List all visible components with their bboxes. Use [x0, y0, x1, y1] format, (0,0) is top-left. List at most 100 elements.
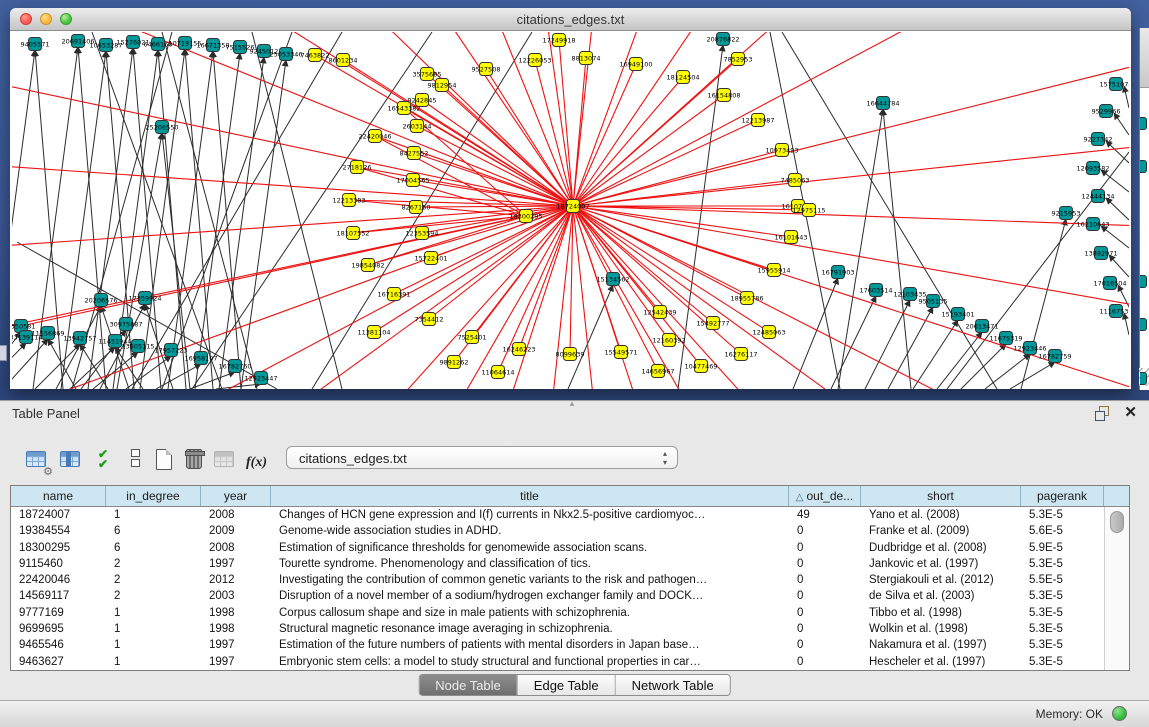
graph-node[interactable] — [1140, 117, 1147, 130]
table-row[interactable]: 1872400712008Changes of HCN gene express… — [11, 507, 1104, 523]
graph-node[interactable]: 12213383 — [332, 194, 365, 207]
graph-node[interactable]: 12485063 — [752, 326, 785, 339]
table-row[interactable]: 2242004622012Investigating the contribut… — [11, 572, 1104, 588]
graph-node[interactable]: 12213987 — [741, 114, 774, 127]
select-all-columns-icon[interactable]: ✔✔ — [92, 447, 118, 475]
graph-node[interactable]: 16154808 — [707, 89, 740, 102]
graph-node[interactable]: 7485063 — [781, 174, 810, 187]
memory-status-label[interactable]: Memory: OK — [1036, 707, 1103, 721]
graph-node[interactable]: 19854082 — [351, 259, 384, 272]
table-row[interactable]: 1830029562008Estimation of significance … — [11, 540, 1104, 556]
column-header-name[interactable]: name — [11, 486, 106, 506]
table-selector-dropdown[interactable]: citations_edges.txt ▴▾ — [286, 446, 678, 469]
graph-node[interactable]: 9527508 — [472, 63, 501, 76]
column-header-year[interactable]: year — [201, 486, 271, 506]
graph-node[interactable]: 7852953 — [724, 53, 753, 66]
graph-node[interactable]: 7525401 — [458, 331, 487, 344]
graph-node[interactable]: 17004565 — [396, 174, 429, 187]
graph-node[interactable]: 7463822 — [301, 49, 330, 62]
graph-node[interactable]: 20876822 — [706, 33, 739, 46]
graph-node[interactable]: 15492777 — [696, 317, 729, 330]
graph-node[interactable]: 17957223 — [154, 344, 187, 357]
graph-node[interactable]: 8601234 — [329, 54, 358, 67]
graph-node[interactable]: 13892971 — [1084, 247, 1117, 260]
column-header-title[interactable]: title — [271, 486, 789, 506]
column-header-short[interactable]: short — [861, 486, 1021, 506]
graph-node[interactable] — [1140, 372, 1147, 385]
float-panel-icon[interactable] — [1095, 406, 1109, 420]
graph-node[interactable]: 9891262 — [440, 356, 469, 369]
table-mode-icon[interactable]: ⚙ — [24, 447, 50, 475]
graph-node[interactable]: 13505115 — [121, 340, 154, 353]
graph-node[interactable]: 12226053 — [518, 54, 551, 67]
column-header-pagerank[interactable]: pagerank — [1021, 486, 1104, 506]
graph-node[interactable]: 14656967 — [641, 365, 674, 378]
tab-node-table[interactable]: Node Table — [419, 675, 518, 695]
table-row[interactable]: 1938455462009Genome-wide association stu… — [11, 523, 1104, 539]
graph-node[interactable]: 20613471 — [965, 320, 998, 333]
graph-node[interactable]: 8427552 — [400, 147, 429, 160]
table-row[interactable]: 911546021997Tourette syndrome. Phenomeno… — [11, 556, 1104, 572]
divider-handle[interactable] — [0, 345, 7, 361]
graph-node[interactable]: 16101643 — [774, 231, 807, 244]
background-window-sliver[interactable] — [1139, 28, 1149, 390]
graph-node[interactable]: 16791903 — [821, 266, 854, 279]
graph-node[interactable]: 18300295 — [509, 210, 542, 223]
graph-node[interactable]: 18107552 — [336, 227, 369, 240]
graph-node[interactable]: 15193401 — [941, 308, 974, 321]
graph-node[interactable]: 12160392 — [652, 334, 685, 347]
graph-node[interactable]: 16949100 — [619, 58, 652, 71]
graph-node[interactable]: 2718126 — [343, 161, 372, 174]
graph-node[interactable]: 11064614 — [481, 366, 514, 379]
memory-status-indicator[interactable] — [1112, 706, 1127, 721]
column-header-out_de[interactable]: △out_de... — [789, 486, 861, 506]
graph-node[interactable]: 16276117 — [724, 348, 757, 361]
window-titlebar[interactable]: citations_edges.txt — [10, 8, 1131, 31]
graph-node[interactable]: 15549571 — [604, 346, 637, 359]
graph-node[interactable]: 11381104 — [357, 326, 390, 339]
graph-node[interactable]: 16716391 — [377, 288, 410, 301]
graph-node[interactable]: 17249918 — [542, 34, 575, 47]
table-row[interactable]: 946362711997Embryonic stem cells: a mode… — [11, 654, 1104, 670]
graph-node[interactable]: 30975887 — [109, 318, 142, 331]
table-row[interactable]: 969969511998Structural magnetic resonanc… — [11, 621, 1104, 637]
graph-node[interactable]: 16644784 — [866, 97, 899, 110]
tab-edge-table[interactable]: Edge Table — [518, 675, 616, 695]
graph-node[interactable] — [1140, 318, 1147, 331]
delete-column-icon[interactable] — [182, 447, 208, 475]
graph-node[interactable]: 25053346 — [269, 48, 302, 61]
graph-node[interactable]: 7354412 — [415, 313, 444, 326]
clear-column-selection-icon[interactable] — [122, 447, 148, 475]
graph-node[interactable]: 16782760 — [218, 360, 251, 373]
graph-node[interactable]: 16246223 — [502, 343, 535, 356]
graph-node[interactable]: 9215953 — [1052, 207, 1081, 220]
splitter-collapse-icon[interactable]: ▴ — [565, 400, 579, 407]
network-canvas[interactable]: 9405571206914061065328715276021646616010… — [12, 32, 1129, 389]
vertical-scrollbar[interactable] — [1104, 507, 1129, 670]
graph-node[interactable]: 18124504 — [666, 71, 699, 84]
graph-node[interactable]: 12923447 — [244, 372, 277, 385]
tab-network-table[interactable]: Network Table — [616, 675, 730, 695]
graph-node[interactable]: 8267150 — [402, 201, 431, 214]
graph-node[interactable]: 20206576 — [84, 294, 117, 307]
graph-node[interactable]: 13942757 — [63, 332, 96, 345]
table-row[interactable]: 946554611997Estimation of the future num… — [11, 637, 1104, 653]
show-columns-icon[interactable] — [58, 447, 84, 475]
function-builder-icon[interactable]: f(x) — [246, 447, 272, 475]
table-row[interactable]: 1456911722003Disruption of a novel membe… — [11, 588, 1104, 604]
graph-node[interactable]: 12353594 — [405, 227, 438, 240]
graph-node[interactable]: 15722401 — [414, 252, 447, 265]
column-header-in_degree[interactable]: in_degree — [106, 486, 201, 506]
graph-node[interactable]: 12542439 — [643, 306, 676, 319]
table-row[interactable]: 977716911998Corpus callosum shape and si… — [11, 605, 1104, 621]
graph-node[interactable]: 8099639 — [556, 348, 585, 361]
create-new-column-icon[interactable] — [152, 447, 178, 475]
graph-node[interactable]: 16782759 — [1038, 350, 1071, 363]
graph-node[interactable] — [1140, 275, 1147, 288]
graph-node[interactable]: 9505135 — [919, 295, 948, 308]
graph-node[interactable]: 15134562 — [596, 273, 629, 286]
close-panel-icon[interactable]: ✕ — [1124, 403, 1137, 421]
graph-node[interactable]: 8813074 — [572, 52, 601, 65]
graph-node[interactable]: 12444134 — [1081, 190, 1114, 203]
graph-node[interactable]: 9405571 — [21, 38, 50, 51]
